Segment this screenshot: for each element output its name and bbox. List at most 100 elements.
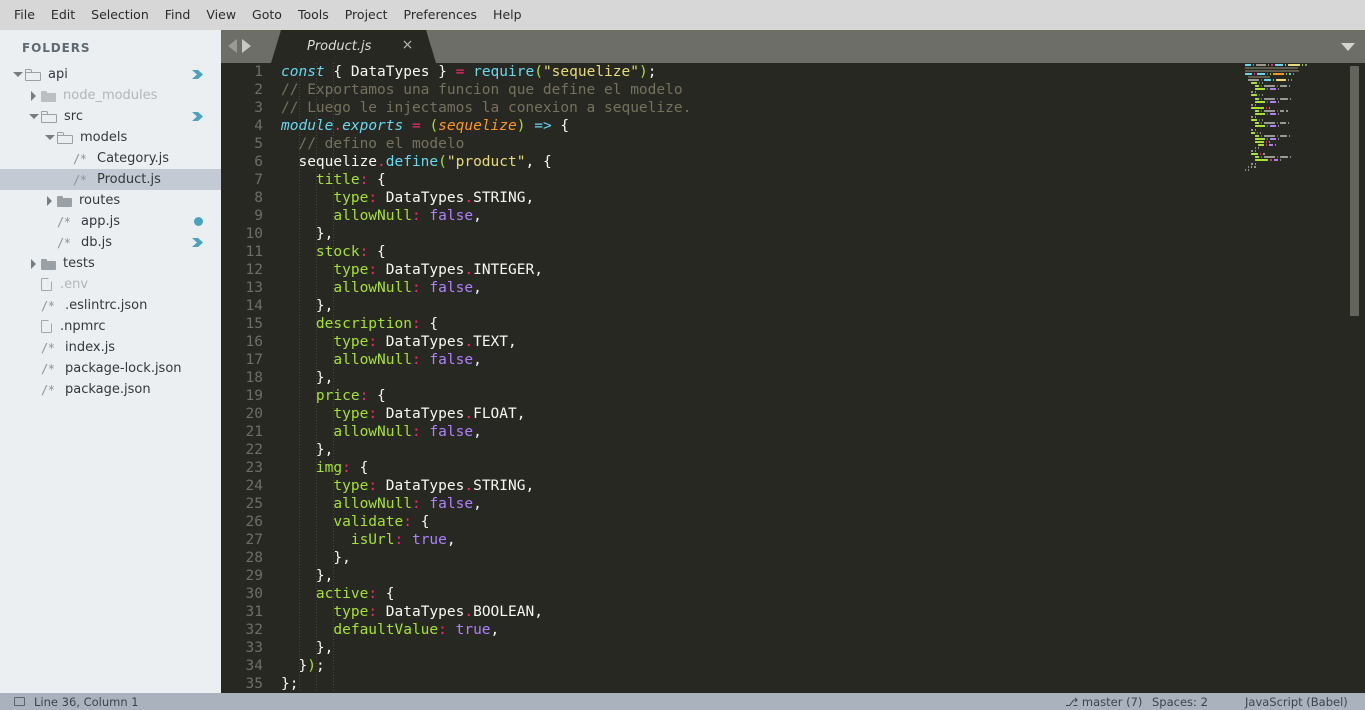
minimap[interactable] [1241, 63, 1346, 693]
menu-item-tools[interactable]: Tools [290, 5, 337, 26]
tab-product-js[interactable]: Product.js × [271, 30, 436, 63]
disclosure-down-icon[interactable] [28, 111, 39, 122]
close-icon[interactable]: × [401, 38, 414, 52]
menu-item-file[interactable]: File [6, 5, 43, 26]
code-line: 15 description: { [221, 315, 691, 333]
code-token: = [411, 118, 421, 134]
code-token: , [324, 226, 334, 242]
code-line: 13 allowNull: false, [221, 279, 691, 297]
git-branch-status[interactable]: ⎇ master (7) [1065, 695, 1142, 709]
code-token: false [429, 208, 474, 224]
minimap-token [1285, 72, 1287, 75]
code-token: , [342, 550, 351, 566]
nav-back-icon[interactable] [228, 39, 237, 53]
minimap-token [1259, 131, 1262, 134]
code-line: 3 // Luego le injectamos la conexion a se… [221, 99, 691, 117]
indentation-setting[interactable]: Spaces: 2 [1152, 695, 1208, 709]
disclosure-down-icon[interactable] [44, 132, 55, 143]
code-line: 32 defaultValue: true, [221, 621, 691, 639]
tree-item-category-js[interactable]: /* Category.js [0, 148, 221, 169]
minimap-token [1264, 85, 1275, 88]
code-token: sequelize [438, 118, 517, 134]
language-mode[interactable]: JavaScript (Babel) [1245, 695, 1348, 709]
chevron-down-icon[interactable] [1341, 43, 1355, 51]
minimap-token [1279, 109, 1285, 112]
menu-item-view[interactable]: View [198, 5, 244, 26]
disclosure-down-icon[interactable] [12, 69, 23, 80]
menu-item-help[interactable]: Help [485, 5, 530, 26]
nav-forward-icon[interactable] [242, 39, 251, 53]
minimap-token [1279, 85, 1287, 88]
tree-item-api[interactable]: api [0, 64, 221, 85]
menu-item-find[interactable]: Find [157, 5, 199, 26]
code-token: type [281, 406, 369, 422]
minimap-token [1276, 134, 1278, 137]
tree-item-index-js[interactable]: /* index.js [0, 337, 221, 358]
tree-item-package-json[interactable]: /* package.json [0, 379, 221, 400]
tree-item-eslintrc-json[interactable]: /* .eslintrc.json [0, 295, 221, 316]
code-token: , [473, 496, 482, 512]
menu-item-goto[interactable]: Goto [244, 5, 290, 26]
code-token: BOOLEAN [473, 604, 535, 620]
line-number: 12 [245, 262, 263, 278]
tree-item-models[interactable]: models [0, 127, 221, 148]
tree-item-product-js[interactable]: /* Product.js [0, 169, 221, 190]
minimap-token [1257, 147, 1259, 150]
code-token: require [473, 64, 535, 80]
tree-item-label: src [64, 109, 83, 124]
tab-nav-arrows[interactable] [228, 39, 262, 53]
code-editor[interactable]: 1 const { DataTypes } = require("sequeliz… [221, 63, 1365, 693]
vertical-scrollbar[interactable] [1350, 66, 1359, 316]
tree-item-label: app.js [81, 214, 120, 229]
menu-item-selection[interactable]: Selection [83, 5, 157, 26]
line-number: 32 [245, 622, 263, 638]
minimap-token [1254, 116, 1256, 119]
tree-item-node-modules[interactable]: node_modules [0, 85, 221, 106]
sidebar-title: FOLDERS [22, 41, 91, 55]
tree-item-npmrc[interactable]: .npmrc [0, 316, 221, 337]
minimap-token [1270, 113, 1276, 116]
line-number: 4 [254, 118, 263, 134]
tree-item-label: Category.js [97, 151, 170, 166]
code-token: sequelize [281, 154, 378, 170]
code-token: } [281, 568, 325, 584]
minimap-token [1305, 63, 1307, 66]
tree-item-label: db.js [81, 235, 113, 250]
menu-item-preferences[interactable]: Preferences [396, 5, 486, 26]
code-token: ; [315, 658, 325, 674]
tree-item-env[interactable]: .env [0, 274, 221, 295]
menu-item-edit[interactable]: Edit [43, 5, 83, 26]
disclosure-right-icon[interactable] [28, 90, 39, 101]
line-number: 9 [254, 208, 263, 224]
tree-item-src[interactable]: src [0, 106, 221, 127]
disclosure-right-icon[interactable] [44, 195, 55, 206]
tree-item-package-lock-json[interactable]: /* package-lock.json [0, 358, 221, 379]
code-line: 2 // Exportamos una funcion que define el… [221, 81, 691, 99]
tree-item-tests[interactable]: tests [0, 253, 221, 274]
code-token: . [333, 118, 343, 134]
tree-item-label: .env [60, 277, 89, 292]
code-line: 1 const { DataTypes } = require("sequeliz… [221, 63, 691, 81]
code-token: , [324, 442, 334, 458]
tree-item-routes[interactable]: routes [0, 190, 221, 211]
sidebar-toggle-icon[interactable] [14, 697, 25, 706]
javascript-file-icon: /* [41, 298, 55, 313]
minimap-token [1271, 63, 1273, 66]
tree-item-app-js[interactable]: /* app.js [0, 211, 221, 232]
code-line: 27 isUrl: true, [221, 531, 691, 549]
minimap-token [1254, 85, 1260, 88]
code-token: : [394, 532, 404, 548]
line-number: 24 [245, 478, 263, 494]
menu-item-project[interactable]: Project [337, 5, 396, 26]
code-token: : [368, 190, 378, 206]
tree-item-db-js[interactable]: /* db.js [0, 232, 221, 253]
code-token: allowNull [281, 352, 412, 368]
line-number: 25 [245, 496, 263, 512]
line-number: 1 [254, 64, 263, 80]
disclosure-right-icon[interactable] [28, 258, 39, 269]
code-token: { [420, 514, 430, 530]
tree-item-label: tests [63, 256, 95, 271]
code-token: { [377, 172, 386, 188]
